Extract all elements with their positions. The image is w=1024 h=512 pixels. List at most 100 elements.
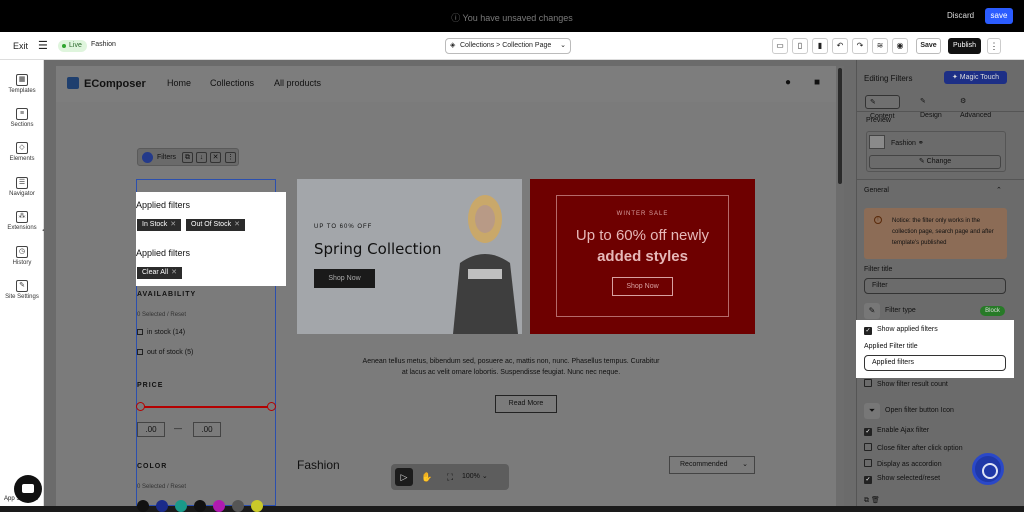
zoom-value: 100% [462,473,480,480]
preview-collection-name[interactable]: Fashion ⚭ [891,139,924,147]
applied-chip-out-of-stock[interactable]: Out Of Stock ✕ [186,219,245,231]
change-button[interactable]: ✎ Change [869,155,1001,169]
color-swatch[interactable] [175,500,187,512]
canvas-scroll-thumb[interactable] [838,68,842,184]
copy-icon[interactable]: ⧉ [864,497,869,504]
close-icon[interactable]: ✕ [171,269,177,276]
settings-sliders-icon[interactable]: ≋ [872,38,888,54]
sort-select[interactable]: Recommended ⌄ [669,456,755,474]
preview-eye-icon[interactable]: ◉ [892,38,908,54]
color-selected-reset[interactable]: 0 Selected / Reset [137,484,186,490]
color-swatch[interactable] [137,500,149,512]
save-top-button[interactable]: save [985,8,1013,24]
nav-collections[interactable]: Collections [210,78,254,88]
general-section-header[interactable]: General [864,187,889,194]
collection-title: Fashion [297,458,340,472]
undo-icon[interactable]: ↶ [832,38,848,54]
enable-ajax-toggle[interactable]: ✓ Enable Ajax filter [864,427,929,436]
shop-now-button[interactable]: Shop Now [612,277,673,296]
more-icon[interactable]: ⋮ [225,152,236,163]
color-swatch[interactable] [156,500,168,512]
redo-icon[interactable]: ↷ [852,38,868,54]
price-range-max-handle[interactable] [267,402,276,411]
availability-heading[interactable]: AVAILABILITY [137,291,196,298]
exit-button[interactable]: Exit [13,41,28,51]
filter-type-badge[interactable]: Block [980,306,1005,316]
move-down-icon[interactable]: ↓ [196,152,207,163]
sidebar-label: Navigator [9,191,35,197]
price-separator: — [174,424,182,433]
delete-icon[interactable]: ✕ [210,152,221,163]
availability-selected-reset[interactable]: 0 Selected / Reset [137,312,186,318]
color-swatch[interactable] [232,500,244,512]
sidebar-item-navigator[interactable]: ☰ Navigator [0,177,44,197]
clear-all-chip[interactable]: Clear All ✕ [137,267,182,279]
menu-icon[interactable]: ☰ [38,39,48,52]
sidebar-item-templates[interactable]: ▦ Templates [0,74,44,94]
in-stock-checkbox[interactable]: in stock (14) [137,329,185,336]
price-heading[interactable]: PRICE [137,382,163,389]
tab-design[interactable]: ✎ Design [916,95,946,119]
tab-label: Design [920,112,942,119]
pointer-tool-icon[interactable]: ▷ [395,468,413,486]
filter-title-input[interactable]: Filter [864,278,1006,294]
price-max-input[interactable]: .00 [193,422,221,437]
show-selected-reset-toggle[interactable]: ✓ Show selected/reset [864,475,940,484]
nav-home[interactable]: Home [167,78,191,88]
chevron-up-icon[interactable]: ⌃ [996,186,1002,194]
tablet-view-icon[interactable]: ▯ [792,38,808,54]
cube-icon: ◇ [16,142,28,154]
pencil-icon: ✎ [870,99,876,106]
tab-advanced[interactable]: ⚙ Advanced [956,95,995,119]
fit-screen-icon[interactable]: ⛶ [441,468,459,486]
sidebar-item-history[interactable]: ◷ History [0,246,44,266]
display-accordion-toggle[interactable]: Display as accordion [864,459,942,468]
sort-value: Recommended [680,461,728,468]
store-logo[interactable]: EComposer [67,77,146,90]
page-selector[interactable]: ◈ Collections > Collection Page ⌄ [445,38,571,54]
save-button[interactable]: Save [916,38,941,54]
tab-content[interactable]: ✎ Content [865,95,900,120]
app-settings-label[interactable]: App Settings [4,496,38,502]
sidebar-item-site-settings[interactable]: ✎ Site Settings [0,280,44,300]
sidebar-item-elements[interactable]: ◇ Elements [0,142,44,162]
color-swatch[interactable] [251,500,263,512]
show-result-count-toggle[interactable]: Show filter result count [864,379,948,388]
winter-sale-banner[interactable]: WINTER SALE Up to 60% off newly added st… [530,179,755,334]
checkbox-icon [137,349,143,355]
trash-icon[interactable]: 🗑 [871,497,880,504]
price-range-min-handle[interactable] [136,402,145,411]
out-of-stock-checkbox[interactable]: out of stock (5) [137,349,193,356]
sidebar-item-sections[interactable]: ≡ Sections [0,108,44,128]
hand-tool-icon[interactable]: ✋ [418,468,436,486]
element-name[interactable]: Filters [157,154,176,161]
open-filter-icon-label[interactable]: Open filter button Icon [885,407,954,414]
cart-icon[interactable]: ■ [814,77,820,88]
sidebar-item-extensions[interactable]: ⁂ Extensions [0,211,44,231]
zoom-select[interactable]: 100% ⌄ [462,468,504,486]
magic-touch-button[interactable]: ✦ Magic Touch [944,71,1007,84]
show-applied-filters-toggle[interactable]: ✓ Show applied filters [864,326,938,335]
applied-chip-in-stock[interactable]: In Stock ✕ [137,219,182,231]
toolbar-icon-group: ▭ ▯ ▮ ↶ ↷ ≋ ◉ [772,38,908,54]
applied-filter-title-input[interactable]: Applied filters [864,355,1006,371]
color-heading[interactable]: COLOR [137,463,167,470]
publish-button[interactable]: Publish [948,38,981,54]
close-after-click-toggle[interactable]: Close filter after click option [864,443,963,452]
user-icon[interactable]: ● [785,77,791,88]
more-icon[interactable]: ⋮ [987,38,1001,54]
color-swatch[interactable] [213,500,225,512]
color-swatch[interactable] [194,500,206,512]
mobile-view-icon[interactable]: ▮ [812,38,828,54]
close-icon[interactable]: ✕ [234,221,240,228]
read-more-button[interactable]: Read More [495,395,557,413]
duplicate-icon[interactable]: ⧉ [182,152,193,163]
nav-all-products[interactable]: All products [274,78,321,88]
help-chat-icon[interactable] [972,453,1004,485]
desktop-view-icon[interactable]: ▭ [772,38,788,54]
price-min-input[interactable]: .00 [137,422,165,437]
price-range-track[interactable] [140,406,271,408]
discard-button[interactable]: Discard [942,8,979,24]
shop-now-button[interactable]: Shop Now [314,269,375,288]
close-icon[interactable]: ✕ [170,221,176,228]
